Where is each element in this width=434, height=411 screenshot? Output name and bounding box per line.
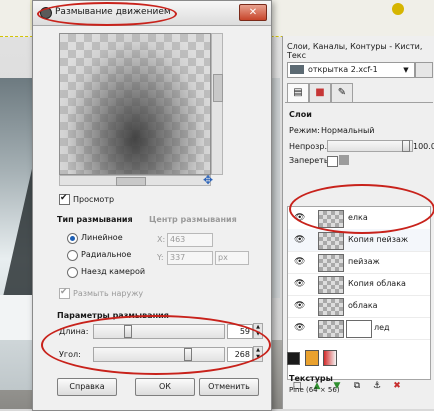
layer-name: пейзаж bbox=[348, 257, 380, 266]
radio-radial-label: Радиальное bbox=[81, 250, 132, 259]
preview-vscrollbar[interactable] bbox=[211, 33, 223, 175]
layer-name: Копия облака bbox=[348, 279, 406, 288]
chevron-down-icon[interactable]: ▼ bbox=[400, 63, 412, 77]
image-name: открытка 2.xcf-1 bbox=[308, 65, 378, 74]
sun-icon bbox=[392, 3, 404, 15]
blur-type-heading: Тип размывания bbox=[57, 215, 133, 224]
layers-heading: Слои bbox=[289, 110, 312, 119]
layer-thumbnail bbox=[318, 276, 344, 294]
radio-zoom[interactable] bbox=[67, 267, 78, 278]
brush-swatch[interactable] bbox=[287, 352, 300, 365]
layer-thumbnail bbox=[318, 254, 344, 272]
annotation-ellipse-params bbox=[41, 315, 271, 375]
dock-tabs: ▤ ■ ✎ bbox=[285, 82, 433, 103]
preview-area[interactable] bbox=[59, 33, 211, 175]
textures-label: Текстуры bbox=[289, 374, 333, 383]
navigate-cross-icon[interactable]: ✥ bbox=[203, 173, 213, 187]
layer-row[interactable]: 👁 облака bbox=[288, 295, 430, 318]
layer-name: облака bbox=[348, 301, 378, 310]
image-selector[interactable]: открытка 2.xcf-1 ▼ bbox=[287, 62, 415, 78]
radio-zoom-label: Наезд камерой bbox=[81, 267, 146, 276]
image-thumbnail bbox=[290, 65, 304, 74]
cancel-button[interactable]: Отменить bbox=[199, 378, 259, 396]
close-button[interactable]: ✕ bbox=[239, 4, 267, 21]
radio-linear[interactable] bbox=[67, 233, 78, 244]
tab-layers[interactable]: ▤ bbox=[287, 83, 309, 102]
annotation-ellipse-layers bbox=[289, 184, 434, 234]
preview-hscrollbar[interactable] bbox=[59, 175, 211, 186]
panel-title: Слои, Каналы, Контуры - Кисти, Текс bbox=[287, 42, 423, 60]
layer-name: лед bbox=[374, 323, 390, 332]
gradient-swatch[interactable] bbox=[323, 350, 337, 366]
delete-layer-icon[interactable]: ✖ bbox=[391, 380, 403, 392]
motion-blur-dialog: Размывание движением ✕ ✥ Просмотр Тип ра… bbox=[32, 0, 272, 411]
opacity-slider[interactable] bbox=[327, 140, 413, 152]
layer-row[interactable]: 👁 Копия облака bbox=[288, 273, 430, 296]
help-button[interactable]: Справка bbox=[57, 378, 117, 396]
layer-thumbnail bbox=[318, 320, 344, 338]
hscroll-thumb[interactable] bbox=[116, 177, 146, 186]
mode-label: Режим: bbox=[289, 126, 320, 135]
eye-icon[interactable]: 👁 bbox=[294, 301, 305, 311]
layer-thumbnail bbox=[318, 232, 344, 250]
center-x-field[interactable]: 463 bbox=[167, 233, 213, 247]
tab-channels[interactable]: ■ bbox=[309, 83, 331, 102]
lock-pixels-checkbox[interactable] bbox=[327, 156, 338, 167]
y-label: Y: bbox=[157, 253, 164, 262]
radio-radial[interactable] bbox=[67, 250, 78, 261]
preview-checkbox[interactable] bbox=[59, 193, 70, 205]
ok-button[interactable]: ОК bbox=[135, 378, 195, 396]
opacity-label: Непрозр.: bbox=[289, 142, 330, 151]
texture-name: Pine (64 × 56) bbox=[289, 386, 340, 394]
layer-name: Копия пейзаж bbox=[348, 235, 409, 244]
layer-mask-thumbnail bbox=[346, 320, 372, 338]
annotation-ellipse-title bbox=[37, 2, 177, 26]
eye-icon[interactable]: 👁 bbox=[294, 323, 305, 333]
duplicate-layer-icon[interactable]: ⧉ bbox=[351, 380, 363, 392]
lock-label: Запереть: bbox=[289, 156, 332, 165]
pattern-swatch[interactable] bbox=[305, 350, 319, 366]
blur-outward-checkbox[interactable] bbox=[59, 287, 70, 299]
eye-icon[interactable]: 👁 bbox=[294, 235, 305, 245]
radio-linear-label: Линейное bbox=[81, 233, 123, 242]
anchor-icon[interactable]: ⚓ bbox=[371, 380, 383, 392]
unit-select[interactable]: px bbox=[215, 251, 249, 265]
tab-paths[interactable]: ✎ bbox=[331, 83, 353, 102]
center-y-field[interactable]: 337 bbox=[167, 251, 213, 265]
lock-alpha-icon[interactable] bbox=[339, 155, 349, 165]
auto-button[interactable] bbox=[415, 62, 433, 78]
layers-panel: Слои, Каналы, Контуры - Кисти, Текс откр… bbox=[282, 36, 434, 409]
vscroll-thumb[interactable] bbox=[213, 74, 223, 102]
opacity-slider-thumb[interactable] bbox=[402, 140, 410, 152]
layer-row[interactable]: 👁 пейзаж bbox=[288, 251, 430, 274]
mode-value[interactable]: Нормальный bbox=[321, 126, 375, 135]
layer-thumbnail bbox=[318, 298, 344, 316]
blur-outward-label: Размыть наружу bbox=[73, 289, 144, 298]
preview-label: Просмотр bbox=[73, 195, 115, 204]
opacity-value[interactable]: 100.0 bbox=[413, 142, 434, 151]
x-label: X: bbox=[157, 235, 166, 244]
layer-row[interactable]: 👁 лед bbox=[288, 317, 430, 340]
blur-center-heading: Центр размывания bbox=[149, 215, 237, 224]
eye-icon[interactable]: 👁 bbox=[294, 279, 305, 289]
eye-icon[interactable]: 👁 bbox=[294, 257, 305, 267]
